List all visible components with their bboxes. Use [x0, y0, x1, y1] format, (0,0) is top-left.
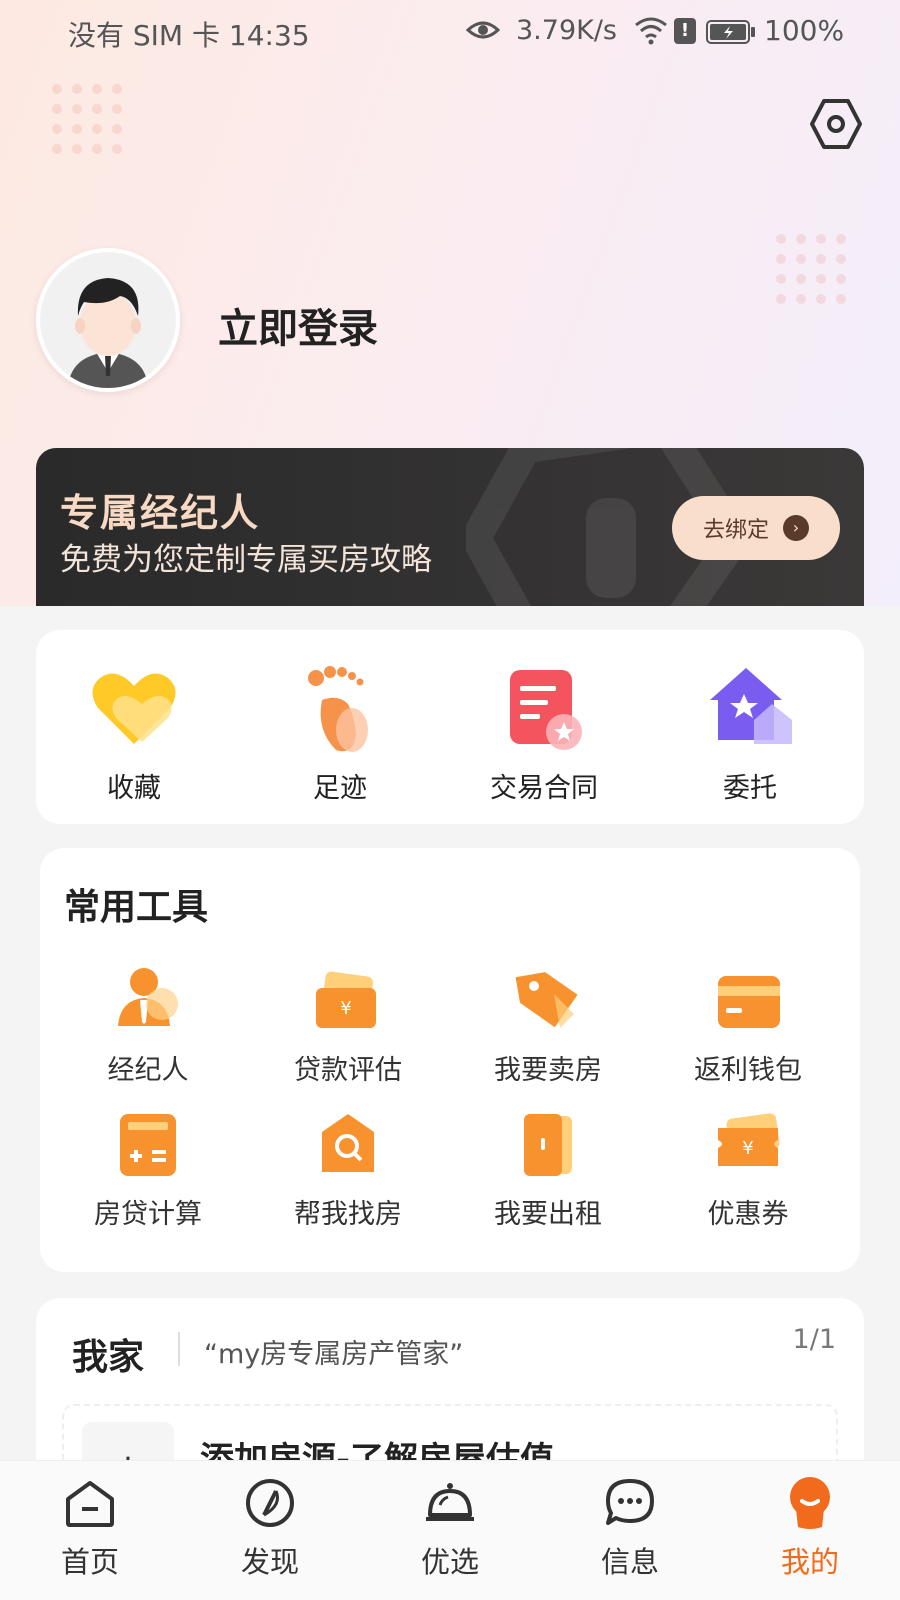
- tab-me[interactable]: 我的: [750, 1475, 870, 1581]
- quick-actions-card: 收藏 足迹 交易合同 委托: [36, 630, 864, 824]
- chevron-right-icon: ›: [783, 515, 809, 541]
- banner-subtitle: 免费为您定制专属买房攻略: [60, 542, 432, 578]
- tab-label: 信息: [600, 1545, 659, 1579]
- tab-label: 优选: [420, 1545, 479, 1579]
- divider: [178, 1332, 180, 1366]
- bind-button[interactable]: 去绑定 ›: [672, 496, 840, 560]
- profile-header: 没有 SIM 卡 14:35 3.79K/s ! 100% 立即登录 专属经纪人…: [0, 0, 900, 606]
- tab-messages[interactable]: 信息: [570, 1475, 690, 1581]
- battery-icon: [706, 20, 755, 44]
- compass-icon: [246, 1479, 294, 1527]
- alert-icon: !: [674, 18, 696, 44]
- loan-card-icon: ¥: [316, 971, 376, 1028]
- tool-label: 优惠券: [707, 1199, 789, 1230]
- tab-featured[interactable]: 优选: [390, 1475, 510, 1581]
- eye-icon: [466, 21, 500, 39]
- tool-label: 我要出租: [494, 1199, 602, 1230]
- avatar-illustration: [40, 252, 176, 388]
- tab-label: 发现: [240, 1545, 299, 1579]
- bind-button-label: 去绑定: [702, 518, 769, 543]
- decor-dots: [776, 234, 846, 304]
- settings-icon[interactable]: [808, 96, 864, 152]
- tool-label: 返利钱包: [694, 1055, 802, 1086]
- quick-action-favorites[interactable]: 收藏: [54, 660, 214, 805]
- wifi-icon: [635, 17, 667, 45]
- service-bell-icon: [426, 1483, 474, 1521]
- chat-icon: [606, 1479, 654, 1525]
- banner-title: 专属经纪人: [60, 491, 261, 535]
- battery-level: 100%: [764, 14, 845, 47]
- quick-action-label: 收藏: [107, 773, 161, 804]
- tool-mortgage-calc[interactable]: 房贷计算: [58, 1108, 238, 1231]
- my-home-pager: 1/1: [792, 1324, 836, 1355]
- door-icon: [524, 1114, 572, 1176]
- agent-banner[interactable]: 专属经纪人 免费为您定制专属买房攻略 去绑定 ›: [36, 448, 864, 606]
- quick-action-label: 足迹: [313, 773, 367, 804]
- search-house-icon: [322, 1114, 374, 1172]
- tool-find-house[interactable]: 帮我找房: [258, 1108, 438, 1231]
- net-speed: 3.79K/s: [516, 15, 617, 46]
- tool-label: 经纪人: [107, 1055, 189, 1086]
- tab-label: 首页: [60, 1545, 119, 1579]
- home-icon: [66, 1481, 114, 1527]
- tab-discover[interactable]: 发现: [210, 1475, 330, 1581]
- footprint-icon: [308, 666, 368, 752]
- tab-label: 我的: [780, 1545, 839, 1579]
- contract-icon: [510, 670, 582, 750]
- tool-label: 贷款评估: [294, 1055, 402, 1086]
- status-bar: 没有 SIM 卡 14:35 3.79K/s ! 100%: [0, 0, 900, 64]
- tool-agent[interactable]: 经纪人: [58, 964, 238, 1087]
- quick-action-history[interactable]: 足迹: [260, 660, 420, 805]
- house-star-icon: [710, 668, 792, 744]
- tools-card: 常用工具 经纪人 ¥ 贷款评估 我要卖房 返利钱包 房贷计算 帮我找房 我要出租…: [40, 848, 860, 1272]
- bottom-tab-bar: 首页 发现 优选 信息 我的: [0, 1460, 900, 1600]
- tool-coupons[interactable]: ¥ 优惠券: [658, 1108, 838, 1231]
- calculator-icon: [120, 1114, 176, 1176]
- tool-sell-house[interactable]: 我要卖房: [458, 964, 638, 1087]
- tool-label: 帮我找房: [294, 1199, 402, 1230]
- quick-action-label: 交易合同: [490, 773, 598, 804]
- me-icon: [790, 1477, 830, 1529]
- svg-text:¥: ¥: [340, 998, 351, 1019]
- carrier-time: 没有 SIM 卡 14:35: [68, 19, 310, 52]
- tool-label: 我要卖房: [494, 1055, 602, 1086]
- tool-loan-eval[interactable]: ¥ 贷款评估: [258, 964, 438, 1087]
- tool-label: 房贷计算: [94, 1199, 202, 1230]
- quick-action-label: 委托: [723, 773, 777, 804]
- tag-icon: [515, 972, 578, 1028]
- login-link[interactable]: 立即登录: [218, 296, 378, 354]
- tab-home[interactable]: 首页: [30, 1475, 150, 1581]
- my-home-title: 我家: [72, 1337, 145, 1378]
- wallet-icon: [718, 976, 780, 1028]
- decor-dots: [52, 84, 122, 154]
- quick-action-entrust[interactable]: 委托: [670, 660, 830, 805]
- coupon-icon: ¥: [718, 1113, 780, 1166]
- svg-text:¥: ¥: [742, 1138, 753, 1159]
- tool-cashback-wallet[interactable]: 返利钱包: [658, 964, 838, 1087]
- quick-action-contracts[interactable]: 交易合同: [464, 660, 624, 805]
- tools-heading: 常用工具: [64, 887, 209, 928]
- tool-rent-out[interactable]: 我要出租: [458, 1108, 638, 1231]
- avatar[interactable]: [36, 248, 180, 392]
- agent-icon: [118, 968, 178, 1026]
- my-home-slogan: “my房专属房产管家”: [204, 1339, 464, 1370]
- heart-icon: [92, 673, 176, 744]
